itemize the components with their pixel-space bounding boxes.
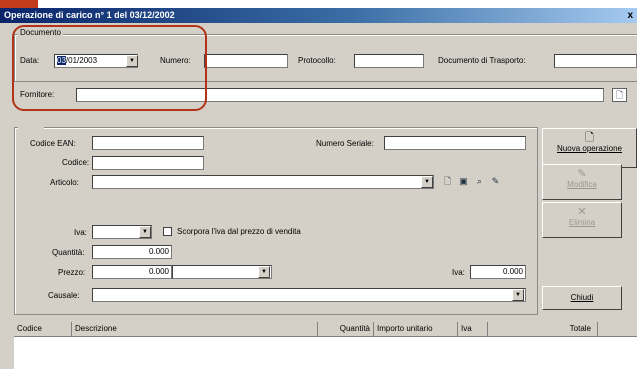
col-header-iva[interactable]: Iva: [458, 322, 488, 336]
prezzo-label: Prezzo:: [58, 268, 86, 277]
date-dropdown-button[interactable]: ▼: [126, 55, 138, 67]
protocollo-label: Protocollo:: [298, 56, 336, 65]
articolo-open-icon[interactable]: ▣: [456, 175, 471, 189]
codice-ean-field[interactable]: [92, 136, 204, 150]
modifica-button[interactable]: ✎ Modifica: [542, 164, 622, 200]
prezzo-dropdown-button[interactable]: ▼: [258, 266, 270, 278]
col-header-descrizione[interactable]: Descrizione: [72, 322, 318, 336]
iva2-field[interactable]: 0.000: [470, 265, 526, 279]
quantita-label: Quantità:: [52, 248, 85, 257]
top-strip: [0, 0, 637, 8]
delete-icon: ✕: [577, 206, 587, 218]
new-document-icon: 🗋: [585, 132, 594, 144]
numero-field[interactable]: [204, 54, 288, 68]
operations-grid[interactable]: Codice Descrizione Quantità Importo unit…: [14, 322, 637, 369]
quantita-field[interactable]: 0.000: [92, 245, 172, 259]
col-header-quantita[interactable]: Quantità: [318, 322, 374, 336]
causale-label: Causale:: [48, 291, 80, 300]
scorpora-label: Scorpora l'iva dal prezzo di vendita: [177, 227, 301, 236]
fornitore-field[interactable]: [76, 88, 604, 102]
chiudi-label: Chiudi: [570, 293, 594, 302]
col-header-codice[interactable]: Codice: [14, 322, 72, 336]
nuova-operazione-button[interactable]: 🗋 Nuova operazione: [542, 128, 637, 168]
documento-group-label: Documento: [18, 28, 63, 37]
window-title-bar[interactable]: Operazione di carico n° 1 del 03/12/2002…: [0, 8, 637, 23]
col-header-importo-unitario[interactable]: Importo unitario: [374, 322, 458, 336]
numero-label: Numero:: [160, 56, 191, 65]
edit-icon: ✎: [577, 168, 587, 180]
articolo-edit-icon[interactable]: ✎: [488, 175, 503, 189]
numero-seriale-field[interactable]: [384, 136, 526, 150]
codice-label: Codice:: [62, 158, 90, 167]
date-rest: /01/2003: [65, 56, 98, 65]
app-tab-marker: [0, 0, 38, 8]
numero-seriale-label: Numero Seriale:: [316, 139, 374, 148]
iva2-label: Iva:: [452, 268, 465, 277]
chiudi-button[interactable]: Chiudi: [542, 286, 622, 310]
articolo-field[interactable]: [92, 175, 434, 189]
causale-field[interactable]: [92, 288, 526, 302]
articolo-search-icon[interactable]: ⌕: [472, 175, 487, 189]
elimina-button[interactable]: ✕ Elimina: [542, 202, 622, 238]
articolo-dropdown-button[interactable]: ▼: [421, 176, 433, 188]
data-label: Data:: [20, 56, 40, 65]
prezzo-select[interactable]: [172, 265, 272, 279]
protocollo-field[interactable]: [354, 54, 424, 68]
grid-header: Codice Descrizione Quantità Importo unit…: [14, 322, 637, 337]
fornitore-new-icon[interactable]: 🗋: [612, 88, 627, 102]
prezzo-field[interactable]: 0.000: [92, 265, 172, 279]
elimina-label: Elimina: [568, 218, 596, 227]
doc-trasporto-label: Documento di Trasporto:: [438, 56, 526, 65]
codice-field[interactable]: [92, 156, 204, 170]
iva-dropdown-button[interactable]: ▼: [139, 226, 151, 238]
articolo-label: Articolo:: [50, 178, 79, 187]
fornitore-label: Fornitore:: [20, 90, 55, 99]
riga-group-legend: [18, 121, 44, 131]
nuova-operazione-label: Nuova operazione: [557, 144, 622, 153]
modifica-label: Modifica: [567, 180, 597, 189]
iva-label: Iva:: [74, 228, 87, 237]
close-icon[interactable]: x: [627, 8, 633, 23]
articolo-new-icon[interactable]: 🗋: [440, 175, 455, 189]
window-title: Operazione di carico n° 1 del 03/12/2002: [4, 10, 175, 20]
scorpora-checkbox[interactable]: [163, 227, 172, 236]
col-header-totale[interactable]: Totale: [488, 322, 598, 336]
doc-trasporto-field[interactable]: [554, 54, 637, 68]
date-day-selection: 03: [57, 56, 66, 65]
causale-dropdown-button[interactable]: ▼: [512, 289, 524, 301]
codice-ean-label: Codice EAN:: [30, 139, 76, 148]
